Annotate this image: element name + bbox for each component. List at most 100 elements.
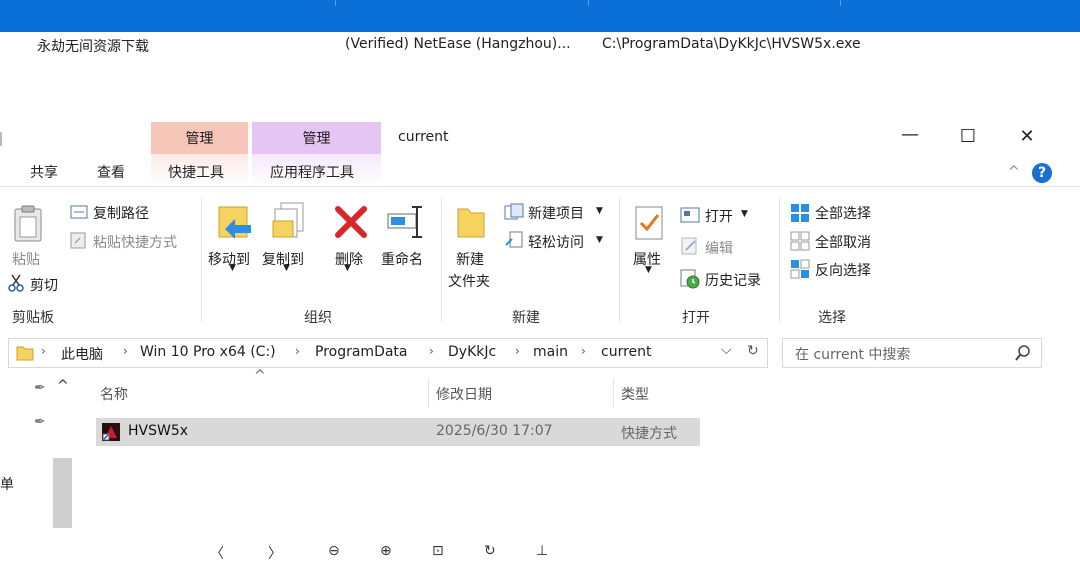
breadcrumb-item[interactable]: main <box>533 344 568 360</box>
search-icon[interactable] <box>1015 345 1031 361</box>
select-none-icon <box>790 231 810 251</box>
separator <box>335 0 336 6</box>
chevron-right-icon[interactable]: › <box>123 344 128 358</box>
dropdown-arrow-icon: ▼ <box>229 263 236 273</box>
collapse-ribbon-icon[interactable]: ^ <box>1008 164 1020 180</box>
fit-icon[interactable]: ⊡ <box>432 543 444 559</box>
group-separator <box>619 197 620 322</box>
open-button[interactable]: 打开 <box>705 206 733 226</box>
easy-access-button[interactable]: 轻松访问 <box>528 232 584 252</box>
ribbon: 粘贴 复制路径 粘贴快捷方式 剪切 剪贴板 移动到 ▼ 复制到 ▼ 删除 ▼ 重… <box>0 186 1080 329</box>
search-input[interactable]: 在 current 中搜索 <box>795 344 910 364</box>
chevron-right-icon[interactable]: › <box>515 344 520 358</box>
group-separator <box>779 197 780 322</box>
group-label-open: 打开 <box>682 310 710 326</box>
context-header-app: 管理 <box>252 122 381 154</box>
zoom-in-icon[interactable]: ⊕ <box>380 543 392 559</box>
breadcrumb-item[interactable]: current <box>601 344 652 360</box>
rename-icon <box>387 206 422 238</box>
address-bar[interactable]: › 此电脑 › Win 10 Pro x64 (C:) › ProgramDat… <box>8 338 768 368</box>
refresh-icon[interactable]: ↻ <box>747 343 759 359</box>
new-folder-label: 文件夹 <box>448 274 490 290</box>
download-icon[interactable]: ⊥ <box>536 543 548 559</box>
copy-to-icon <box>272 202 304 238</box>
tab-shortcut-tools[interactable]: 快捷工具 <box>168 162 224 182</box>
separator <box>840 0 841 6</box>
new-item-button[interactable]: 新建项目 <box>528 203 584 223</box>
column-divider[interactable] <box>613 378 614 408</box>
edit-icon <box>681 237 697 255</box>
rotate-icon[interactable]: ↻ <box>484 543 496 559</box>
context-header-shortcut: 管理 <box>151 122 248 154</box>
pin-icon[interactable]: ✒ <box>34 414 46 430</box>
select-none-button[interactable]: 全部取消 <box>815 232 871 252</box>
chevron-right-icon[interactable]: › <box>429 344 434 358</box>
separator <box>588 0 589 6</box>
scissors-icon <box>8 274 24 292</box>
pin-icon[interactable]: ✒ <box>34 380 46 396</box>
context-header-label: 管理 <box>185 131 214 147</box>
column-header-modified[interactable]: 修改日期 <box>436 384 492 404</box>
chevron-down-icon[interactable]: ⌵ <box>721 342 732 358</box>
group-label-select: 选择 <box>818 310 846 326</box>
breadcrumb-item[interactable]: ProgramData <box>315 344 408 360</box>
close-button[interactable]: ✕ <box>1017 126 1037 147</box>
help-icon[interactable]: ? <box>1032 163 1052 183</box>
tab-app-tools[interactable]: 应用程序工具 <box>270 162 354 182</box>
maximize-button[interactable]: ☐ <box>958 126 978 147</box>
properties-icon <box>635 206 663 240</box>
back-icon[interactable]: 〈 <box>210 543 224 563</box>
nav-scrollbar[interactable] <box>53 458 72 528</box>
chevron-right-icon[interactable]: › <box>581 344 586 358</box>
breadcrumb-item[interactable]: DyKkJc <box>448 344 496 360</box>
paste-shortcut-icon <box>70 232 86 249</box>
process-publisher: (Verified) NetEase (Hangzhou)... <box>345 36 571 52</box>
delete-icon <box>335 206 367 238</box>
paste-button[interactable]: 粘贴 <box>12 249 40 269</box>
new-folder-icon <box>457 208 485 238</box>
paste-icon <box>14 205 42 242</box>
chevron-right-icon[interactable]: › <box>295 344 300 358</box>
table-row[interactable]: HVSW5x 2025/6/30 17:07 快捷方式 <box>96 418 700 446</box>
file-type: 快捷方式 <box>621 426 677 442</box>
column-divider[interactable] <box>428 378 429 408</box>
invert-selection-icon <box>790 259 810 279</box>
sort-up-icon: ^ <box>254 368 266 384</box>
rename-button[interactable]: 重命名 <box>381 249 423 269</box>
dropdown-arrow-icon: ▼ <box>596 235 603 245</box>
app-shortcut-icon <box>102 423 120 441</box>
minimize-button[interactable]: — <box>900 124 920 145</box>
column-header-name[interactable]: 名称 <box>100 384 128 404</box>
new-item-icon <box>504 203 524 220</box>
dropdown-arrow-icon: ▼ <box>741 209 748 219</box>
group-label-clipboard: 剪贴板 <box>12 310 54 326</box>
group-separator <box>201 197 202 322</box>
folder-icon <box>16 346 34 361</box>
paste-shortcut-button[interactable]: 粘贴快捷方式 <box>93 232 177 252</box>
tab-share[interactable]: 共享 <box>30 162 58 182</box>
breadcrumb-item[interactable]: 此电脑 <box>61 344 103 364</box>
tab-view[interactable]: 查看 <box>97 162 125 182</box>
invert-selection-button[interactable]: 反向选择 <box>815 260 871 280</box>
select-all-button[interactable]: 全部选择 <box>815 203 871 223</box>
column-header-type[interactable]: 类型 <box>621 384 649 404</box>
chevron-up-icon[interactable]: ^ <box>57 378 69 394</box>
edit-button[interactable]: 编辑 <box>705 238 733 258</box>
dropdown-arrow-icon: ▼ <box>596 206 603 216</box>
nav-item-partial[interactable]: 单 <box>0 474 14 494</box>
copy-path-button[interactable]: 复制路径 <box>93 203 149 223</box>
group-separator <box>441 197 442 322</box>
search-box[interactable]: 在 current 中搜索 <box>782 338 1042 368</box>
forward-icon[interactable]: 〉 <box>268 543 282 563</box>
zoom-out-icon[interactable]: ⊖ <box>328 543 340 559</box>
context-header-label: 管理 <box>302 131 331 147</box>
history-button[interactable]: 历史记录 <box>705 270 761 290</box>
breadcrumb-item[interactable]: Win 10 Pro x64 (C:) <box>140 344 276 360</box>
new-folder-button[interactable]: 新建 <box>456 249 484 269</box>
group-label-organize: 组织 <box>304 310 332 326</box>
open-icon <box>680 207 700 223</box>
file-name: HVSW5x <box>128 423 189 439</box>
cut-button[interactable]: 剪切 <box>30 275 58 295</box>
history-icon <box>680 269 700 289</box>
taskbar-strip <box>0 0 1080 32</box>
